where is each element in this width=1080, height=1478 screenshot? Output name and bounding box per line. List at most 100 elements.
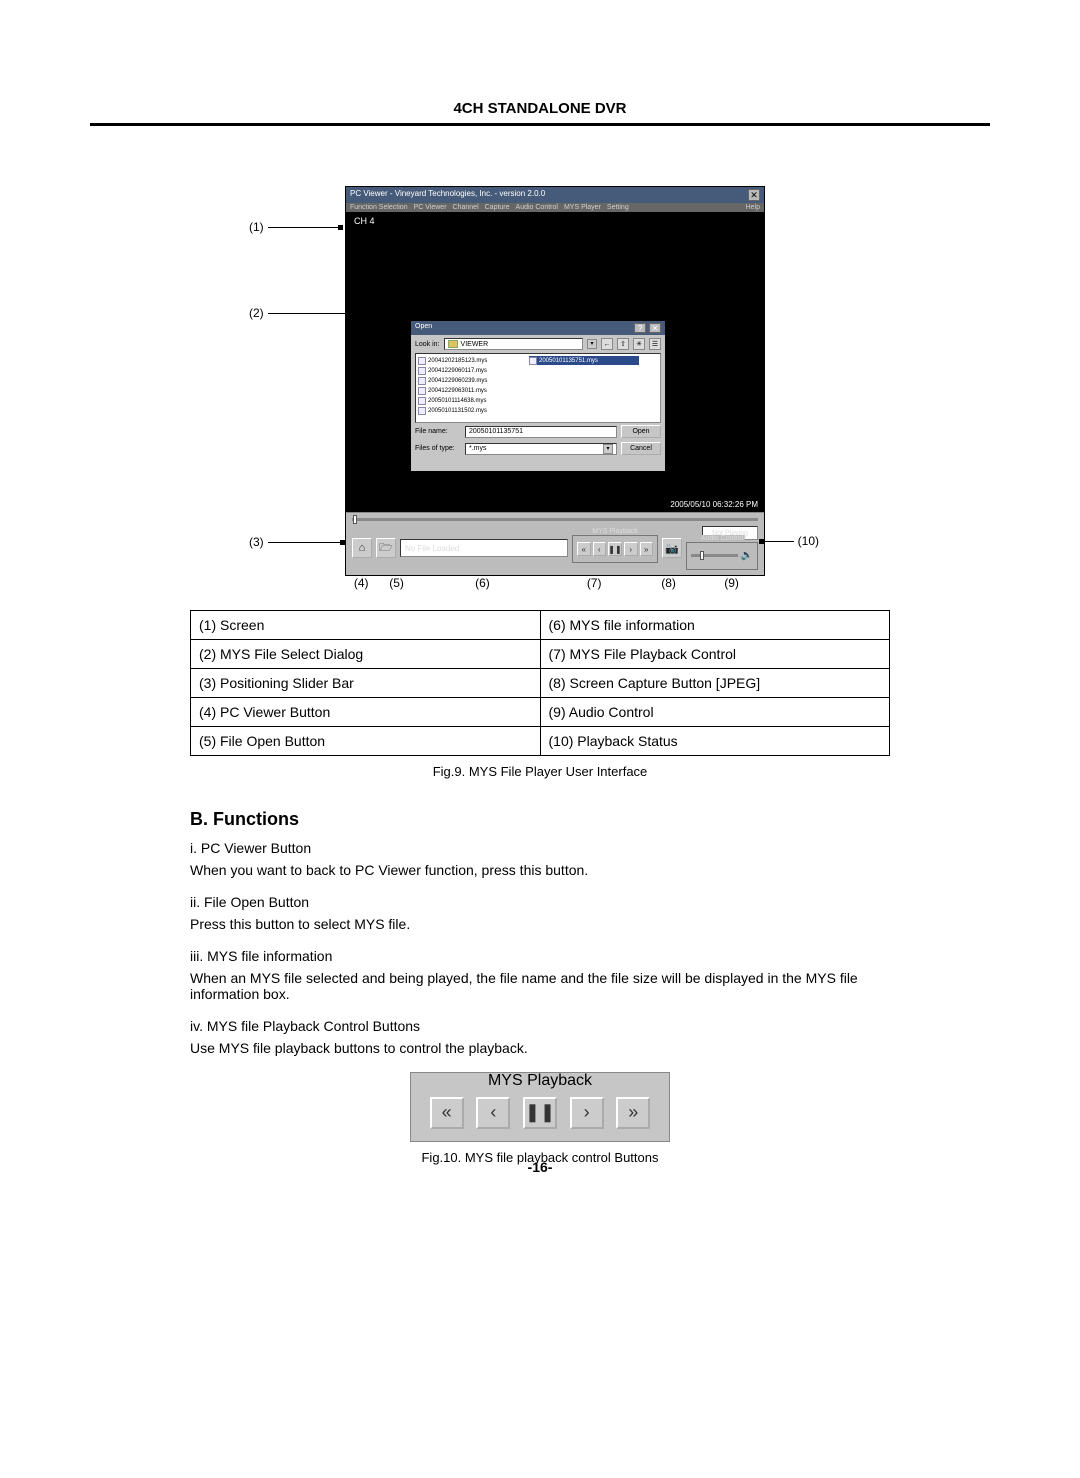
screenshot-figure: (1) (2) (3) (10) PC Viewer - Vineyard Te… [275,186,805,590]
legend-cell: (7) MYS File Playback Control [540,640,890,669]
file-item-label[interactable]: 20050101131502.mys [428,408,487,414]
file-item-label[interactable]: 20041229060239.mys [428,378,487,384]
callout-9: (9) [698,576,765,590]
section-heading-functions: B. Functions [190,809,890,830]
volume-slider[interactable] [691,554,738,557]
func-ii-title: ii. File Open Button [190,894,890,910]
file-icon [418,387,426,395]
file-icon [529,357,537,365]
back-icon[interactable]: ← [601,338,613,350]
func-iii-desc: When an MYS file selected and being play… [190,970,890,1002]
chevron-down-icon[interactable]: ▾ [587,339,597,349]
legend-cell: (3) Positioning Slider Bar [191,669,541,698]
page-number: -16- [0,1159,1080,1175]
legend-cell: (10) Playback Status [540,727,890,756]
func-ii-desc: Press this button to select MYS file. [190,916,890,932]
timestamp-overlay: 2005/05/10 06:32:26 PM [670,500,758,509]
menu-item[interactable]: Setting [607,204,629,211]
func-iv-title: iv. MYS file Playback Control Buttons [190,1018,890,1034]
menu-item[interactable]: PC Viewer [414,204,447,211]
menu-help[interactable]: Help [746,204,760,211]
file-icon [418,377,426,385]
figure-caption-9: Fig.9. MYS File Player User Interface [190,764,890,779]
pc-viewer-button[interactable]: ⌂ [352,538,372,558]
filetype-select[interactable]: *.mys▾ [465,443,617,455]
slider-thumb[interactable] [700,551,704,560]
filename-input[interactable]: 20050101135751 [465,426,617,438]
forward-fast-icon[interactable]: » [640,542,654,556]
play-icon[interactable]: › [570,1097,604,1129]
file-icon [418,367,426,375]
file-item-label[interactable]: 20041229060117.mys [428,368,487,374]
rewind-fast-icon[interactable]: « [430,1097,464,1129]
callout-4: (4) [345,576,377,590]
callout-8: (8) [639,576,698,590]
legend-cell: (1) Screen [191,611,541,640]
callout-2: (2) [245,306,268,320]
legend-cell: (8) Screen Capture Button [JPEG] [540,669,890,698]
menu-item[interactable]: MYS Player [564,204,601,211]
control-bar: ⌂ 🗁 No File Loaded MYS Playback « ‹ ❚❚ ›… [346,512,764,575]
file-open-dialog: Open ? ✕ Look in: VIEWER [410,320,666,472]
close-icon[interactable]: ✕ [649,323,661,333]
menu-item[interactable]: Function Selection [350,204,408,211]
file-list[interactable]: 20041202185123.mys 20041229060117.mys 20… [415,353,661,423]
menu-item[interactable]: Channel [453,204,479,211]
playback-group-label: MYS Playback [590,528,640,535]
file-icon [418,357,426,365]
playback-figure-title: MYS Playback [411,1072,669,1090]
help-icon[interactable]: ? [634,323,646,333]
legend-cell: (2) MYS File Select Dialog [191,640,541,669]
position-slider[interactable] [352,518,758,521]
legend-cell: (4) PC Viewer Button [191,698,541,727]
lookin-combo[interactable]: VIEWER [444,338,583,350]
pause-icon[interactable]: ❚❚ [608,542,622,556]
cancel-button[interactable]: Cancel [621,442,661,455]
dialog-title: Open [415,323,432,333]
func-iv-desc: Use MYS file playback buttons to control… [190,1040,890,1056]
file-item-label[interactable]: 20041229063011.mys [428,388,487,394]
filetype-label: Files of type: [415,445,461,452]
callout-10: (10) [794,534,823,548]
open-button[interactable]: Open [621,425,661,438]
speaker-icon[interactable]: 🔈 [741,550,753,561]
file-item-label[interactable]: 20050101114638.mys [428,398,487,404]
file-item-label[interactable]: 20041202185123.mys [428,358,487,364]
page-header: 4CH STANDALONE DVR [90,100,990,123]
video-screen: CH 4 2005/05/10 06:32:26 PM Open ? ✕ L [346,212,764,512]
lookin-label: Look in: [415,341,440,348]
file-item-label[interactable]: 20050101135751.mys [539,358,598,364]
screen-capture-button[interactable]: 📷 [662,538,682,558]
rewind-icon[interactable]: ‹ [593,542,607,556]
func-i-desc: When you want to back to PC Viewer funct… [190,862,890,878]
file-info-field: No File Loaded [400,539,568,557]
menu-item[interactable]: Audio Control [516,204,558,211]
rewind-fast-icon[interactable]: « [577,542,591,556]
up-folder-icon[interactable]: ⇧ [617,338,629,350]
func-iii-title: iii. MYS file information [190,948,890,964]
channel-label: CH 4 [354,216,375,226]
new-folder-icon[interactable]: ✳ [633,338,645,350]
func-i-title: i. PC Viewer Button [190,840,890,856]
menu-item[interactable]: Capture [485,204,510,211]
callout-5: (5) [377,576,415,590]
menu-bar: Function Selection PC Viewer Channel Cap… [346,203,764,212]
legend-table: (1) Screen(6) MYS file information (2) M… [190,610,890,756]
callout-6: (6) [416,576,550,590]
file-open-button[interactable]: 🗁 [376,538,396,558]
audio-group-label: Audio Control [699,535,745,542]
views-icon[interactable]: ☰ [649,338,661,350]
callout-1: (1) [245,220,268,234]
forward-fast-icon[interactable]: » [616,1097,650,1129]
playback-figure: MYS Playback « ‹ ❚❚ › » [410,1072,670,1142]
rewind-icon[interactable]: ‹ [476,1097,510,1129]
close-icon[interactable]: ✕ [748,189,760,201]
legend-cell: (9) Audio Control [540,698,890,727]
slider-thumb[interactable] [353,515,357,524]
play-icon[interactable]: › [624,542,638,556]
file-icon [418,407,426,415]
header-rule [90,123,990,126]
lookin-value: VIEWER [461,341,489,348]
chevron-down-icon[interactable]: ▾ [603,444,613,454]
pause-icon[interactable]: ❚❚ [523,1097,557,1129]
